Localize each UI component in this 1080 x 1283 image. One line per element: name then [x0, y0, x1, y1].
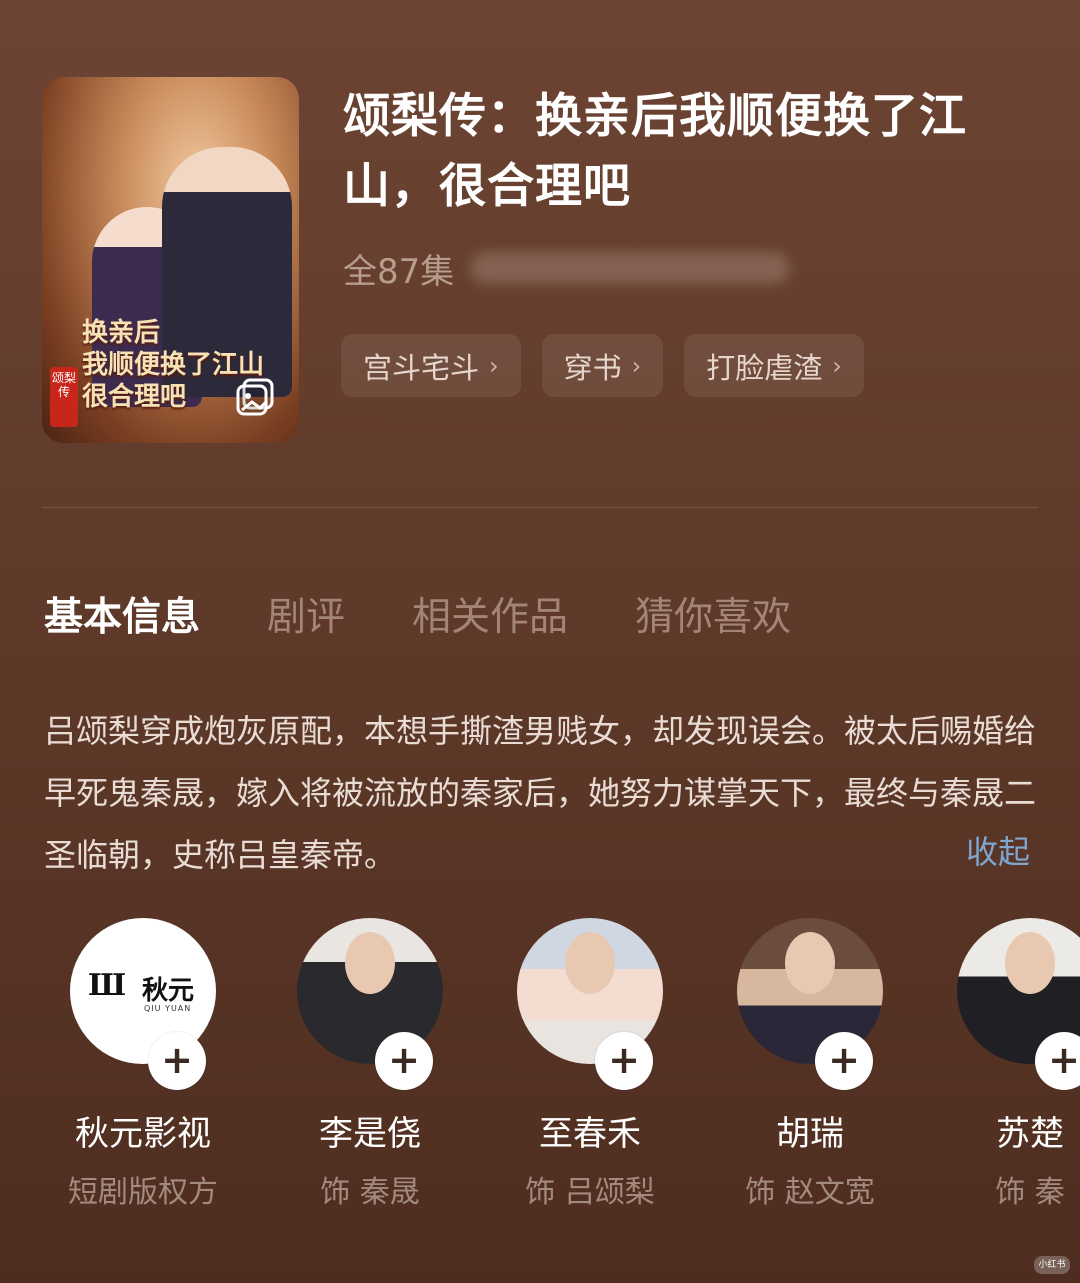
chevron-right-icon: ›	[489, 351, 499, 380]
gallery-icon[interactable]	[234, 376, 278, 420]
blurred-info	[470, 252, 790, 284]
cast-member[interactable]: + 李是侥 饰 秦晟	[260, 918, 480, 1211]
tag-label: 穿书	[563, 350, 622, 385]
cast-list: Ш 秋元 QIU YUAN + 秋元影视 短剧版权方 + 李是侥 饰 秦晟 + …	[0, 918, 1080, 1218]
cast-member[interactable]: + 苏楚 饰 秦	[920, 918, 1080, 1211]
collapse-button[interactable]: 收起	[966, 826, 1030, 878]
avatar-face	[785, 932, 835, 994]
cast-name: 苏楚	[996, 1114, 1064, 1154]
logo-subtext: QIU YUAN	[144, 1004, 192, 1013]
tab-bar: 基本信息 剧评 相关作品 猜你喜欢	[44, 586, 858, 642]
chevron-right-icon: ›	[832, 351, 842, 380]
follow-plus-icon[interactable]: +	[595, 1032, 653, 1090]
cast-name: 李是侥	[319, 1114, 421, 1154]
drama-title: 颂梨传：换亲后我顺便换了江山，很合理吧	[343, 89, 967, 214]
tab-reviews[interactable]: 剧评	[267, 586, 345, 642]
tag-label: 宫斗宅斗	[363, 350, 480, 385]
watermark: 小红书	[1034, 1256, 1070, 1274]
divider	[42, 507, 1038, 508]
synopsis-text: 吕颂梨穿成炮灰原配，本想手撕渣男贱女，却发现误会。被太后赐婚给早死鬼秦晟，嫁入将…	[44, 712, 1037, 874]
cast-member[interactable]: + 胡瑞 饰 赵文宽	[700, 918, 920, 1211]
tab-basic-info[interactable]: 基本信息	[44, 586, 200, 642]
tag-chuanshu[interactable]: 穿书 ›	[541, 334, 664, 397]
tab-related-works[interactable]: 相关作品	[412, 586, 568, 642]
cast-role: 饰 赵文宽	[745, 1175, 875, 1210]
cast-role: 饰 吕颂梨	[525, 1175, 655, 1210]
avatar-face	[565, 932, 615, 994]
follow-plus-icon[interactable]: +	[375, 1032, 433, 1090]
tag-dalian[interactable]: 打脸虐渣 ›	[684, 334, 864, 397]
chevron-right-icon: ›	[631, 351, 642, 380]
poster-title-line1: 换亲后	[82, 318, 161, 348]
follow-plus-icon[interactable]: +	[815, 1032, 873, 1090]
tag-list: 宫斗宅斗 › 穿书 › 打脸虐渣 ›	[341, 334, 864, 397]
cast-role: 饰 秦	[995, 1175, 1065, 1210]
cast-name: 至春禾	[539, 1114, 641, 1154]
cast-role: 短剧版权方	[68, 1175, 218, 1210]
avatar-face	[1005, 932, 1055, 994]
poster-seal: 颂梨传	[50, 367, 78, 427]
follow-plus-icon[interactable]: +	[148, 1032, 206, 1090]
tag-gongdou[interactable]: 宫斗宅斗 ›	[341, 334, 521, 397]
tag-label: 打脸虐渣	[706, 350, 823, 385]
cast-role: 饰 秦晟	[320, 1175, 420, 1210]
avatar-face	[345, 932, 395, 994]
cast-name: 胡瑞	[776, 1114, 844, 1154]
cast-member[interactable]: + 至春禾 饰 吕颂梨	[480, 918, 700, 1211]
tab-recommendations[interactable]: 猜你喜欢	[635, 586, 791, 642]
cast-member[interactable]: Ш 秋元 QIU YUAN + 秋元影视 短剧版权方	[33, 918, 253, 1211]
episode-count: 全87集	[343, 252, 455, 292]
follow-plus-icon[interactable]: +	[1035, 1032, 1080, 1090]
qiuyuan-logo-icon: Ш	[88, 968, 126, 1003]
logo-text: 秋元	[142, 976, 195, 1006]
cast-name: 秋元影视	[75, 1114, 211, 1154]
